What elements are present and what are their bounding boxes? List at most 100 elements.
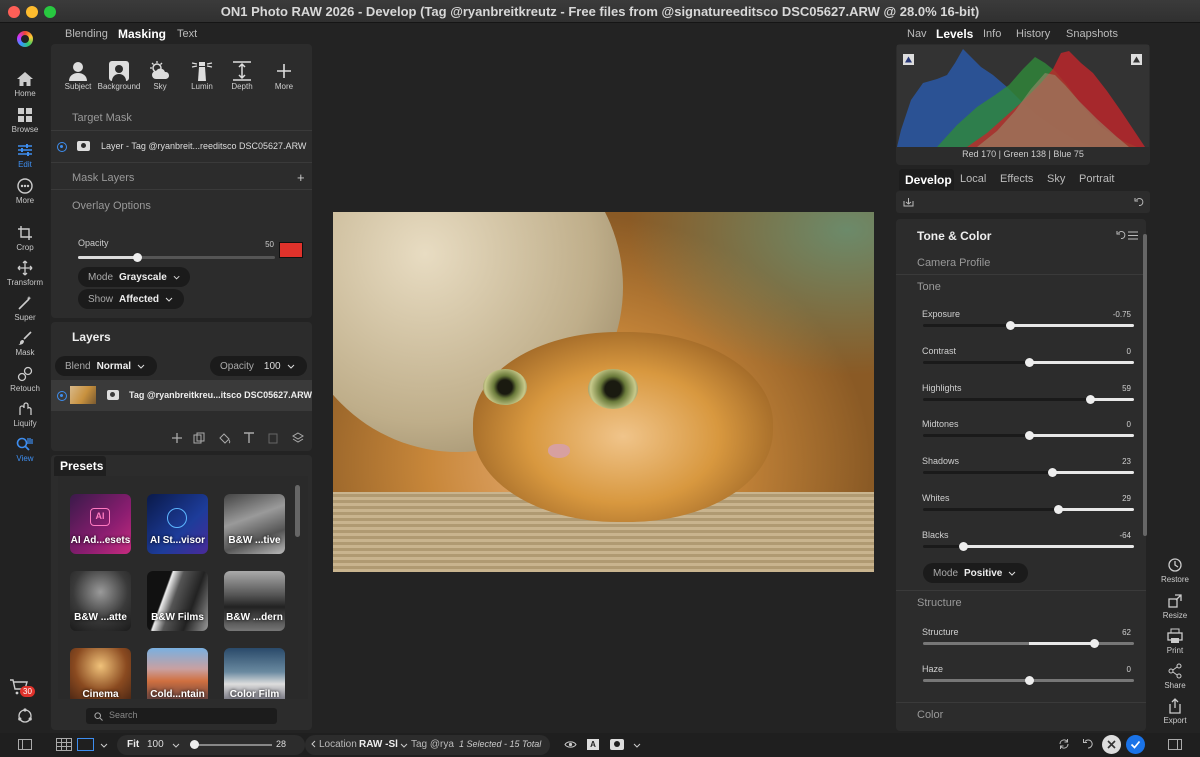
section-menu-icon[interactable] (1128, 231, 1138, 240)
slider-value[interactable]: 59 (1091, 384, 1131, 393)
panel-toggle-icon[interactable] (18, 739, 32, 750)
chevron-down-icon[interactable] (400, 743, 408, 748)
overlay-color-swatch[interactable] (279, 242, 303, 258)
layer-opacity-dropdown[interactable]: Opacity 100 (210, 356, 307, 376)
slider-handle[interactable] (1090, 639, 1099, 648)
slider-track[interactable] (923, 321, 1134, 330)
preset-save-icon[interactable] (903, 197, 914, 207)
tab-develop[interactable]: Develop (905, 173, 952, 187)
tab-levels[interactable]: Levels (936, 27, 973, 41)
blend-mode-dropdown[interactable]: Blend Normal (55, 356, 157, 376)
section-reset-icon[interactable] (1116, 230, 1126, 240)
slider-handle[interactable] (1054, 505, 1063, 514)
chevron-down-icon[interactable] (633, 743, 641, 748)
tab-portrait[interactable]: Portrait (1079, 173, 1114, 185)
close-window-button[interactable] (8, 6, 20, 18)
target-layer-name[interactable]: Layer - Tag @ryanbreit...reeditsco DSC05… (101, 141, 306, 151)
chevron-down-icon[interactable] (172, 743, 180, 748)
tone-mode-dropdown[interactable]: Mode Positive (923, 563, 1028, 583)
slider-handle[interactable] (1025, 676, 1034, 685)
preset-item[interactable]: Cold...ntain (147, 648, 208, 699)
tab-info[interactable]: Info (983, 28, 1001, 40)
tab-text[interactable]: Text (177, 28, 197, 40)
slider-track[interactable] (923, 676, 1134, 685)
camera-profile-title[interactable]: Camera Profile (917, 257, 990, 269)
zoom-window-button[interactable] (44, 6, 56, 18)
add-mask-layer-button[interactable]: + (297, 170, 305, 185)
tool-retouch[interactable]: Retouch (0, 366, 50, 393)
thumb-size-slider[interactable] (190, 740, 272, 749)
preset-item[interactable]: Color Film (224, 648, 285, 699)
preset-item[interactable]: B&W Films (147, 571, 208, 631)
highlight-clipping-toggle[interactable] (1131, 54, 1142, 65)
shadow-clipping-toggle[interactable] (903, 54, 914, 65)
tab-blending[interactable]: Blending (65, 28, 108, 40)
on1-logo-icon[interactable] (17, 31, 33, 47)
share-button[interactable]: Share (1157, 663, 1193, 690)
slider-track[interactable] (923, 431, 1134, 441)
layer-visibility-radio[interactable] (57, 391, 67, 401)
slider-track[interactable] (923, 541, 1134, 551)
mask-depth-button[interactable]: Depth (223, 60, 261, 91)
mask-sky-button[interactable]: Sky (141, 60, 179, 91)
preset-item[interactable]: B&W ...tive (224, 494, 285, 554)
tag-value[interactable]: Tag @rya (411, 739, 454, 750)
slider-value[interactable]: 29 (1091, 494, 1131, 503)
tool-edit[interactable]: Edit (0, 142, 50, 169)
slider-value[interactable]: 23 (1091, 457, 1131, 466)
cart-button[interactable]: 30 (9, 678, 35, 699)
export-button[interactable]: Export (1157, 698, 1193, 725)
tool-mask[interactable]: Mask (0, 330, 50, 357)
chevron-left-icon[interactable] (311, 740, 316, 748)
tab-nav[interactable]: Nav (907, 28, 927, 40)
slider-track[interactable] (923, 468, 1134, 478)
restore-button[interactable]: Restore (1157, 557, 1193, 584)
tab-effects[interactable]: Effects (1000, 173, 1033, 185)
preset-item[interactable]: B&W ...dern (224, 571, 285, 631)
slider-handle[interactable] (1006, 321, 1015, 330)
overlay-opacity-slider[interactable] (78, 253, 275, 262)
apply-button[interactable] (1126, 735, 1145, 754)
resize-button[interactable]: Resize (1157, 593, 1193, 620)
eye-icon[interactable] (564, 740, 577, 749)
slider-value[interactable]: 62 (1091, 628, 1131, 637)
delete-layer-icon[interactable] (268, 432, 278, 444)
preset-item[interactable]: Cinema (70, 648, 131, 699)
target-layer-radio[interactable] (57, 142, 67, 152)
mask-background-button[interactable]: Background (97, 60, 141, 91)
slider-value[interactable]: 0 (1091, 420, 1131, 429)
overlay-text-icon[interactable]: A (587, 739, 599, 750)
tool-liquify[interactable]: Liquify (0, 401, 50, 428)
undo-icon[interactable] (1082, 738, 1094, 750)
text-layer-icon[interactable] (243, 432, 255, 444)
slider-value[interactable]: -64 (1091, 531, 1131, 540)
single-view-toggle[interactable] (77, 738, 94, 751)
slider-handle[interactable] (959, 541, 968, 551)
location-value[interactable]: RAW -Sl (359, 739, 398, 750)
slider-handle[interactable] (1086, 394, 1095, 404)
slider-value[interactable]: -0.75 (1091, 310, 1131, 319)
mask-subject-button[interactable]: Subject (59, 60, 97, 91)
slider-track[interactable] (923, 357, 1134, 367)
slider-track[interactable] (923, 394, 1134, 404)
mask-lumin-button[interactable]: Lumin (183, 60, 221, 91)
print-button[interactable]: Print (1157, 628, 1193, 655)
tab-snapshots[interactable]: Snapshots (1066, 28, 1118, 40)
fill-layer-icon[interactable] (218, 432, 231, 444)
cancel-button[interactable] (1102, 735, 1121, 754)
presets-scrollbar[interactable] (295, 485, 300, 537)
zoom-value[interactable]: 100 (147, 739, 164, 750)
tab-local[interactable]: Local (960, 173, 986, 185)
tool-crop[interactable]: Crop (0, 225, 50, 252)
tool-transform[interactable]: Transform (0, 260, 50, 287)
grid-view-icon[interactable] (56, 738, 72, 751)
slider-track[interactable] (923, 639, 1134, 648)
layer-row[interactable]: Tag @ryanbreitkreu...itsco DSC05627.ARW (51, 380, 312, 411)
mask-more-button[interactable]: More (265, 60, 303, 91)
tool-browse[interactable]: Browse (0, 107, 50, 134)
mask-view-icon[interactable] (610, 739, 624, 750)
right-panel-toggle-icon[interactable] (1168, 739, 1182, 750)
slider-track[interactable] (923, 505, 1134, 514)
tool-super[interactable]: Super (0, 295, 50, 322)
tab-history[interactable]: History (1016, 28, 1050, 40)
